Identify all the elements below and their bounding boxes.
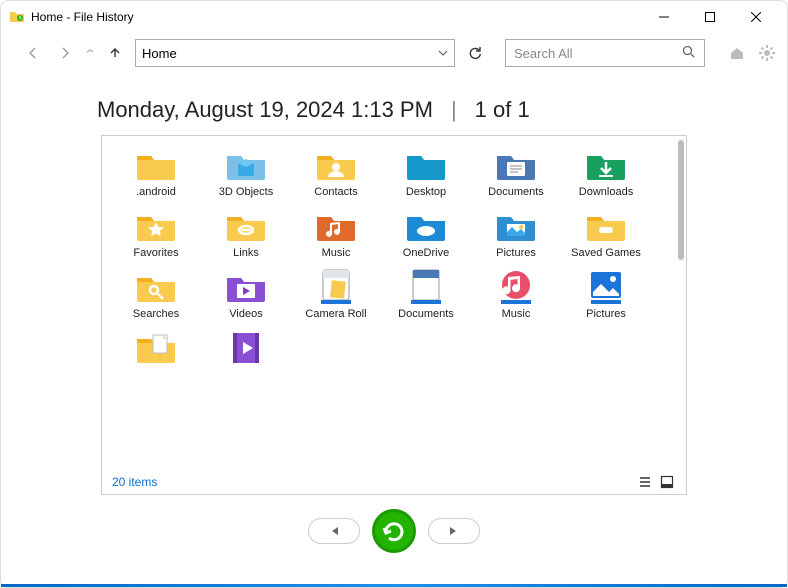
- item-label: 3D Objects: [219, 186, 273, 199]
- library-music-icon: [493, 268, 539, 306]
- item-label: Pictures: [586, 308, 626, 321]
- list-item[interactable]: Searches: [120, 268, 192, 321]
- list-item[interactable]: Videos: [210, 268, 282, 321]
- search-input[interactable]: Search All: [505, 39, 705, 67]
- home-icon[interactable]: [725, 41, 749, 65]
- list-item[interactable]: Pictures: [570, 268, 642, 321]
- divider: |: [451, 97, 457, 123]
- snapshot-position: 1 of 1: [475, 97, 530, 123]
- previous-version-button[interactable]: [308, 518, 360, 544]
- items-grid: .android 3D Objects Contacts Desktop Documen…: [102, 136, 686, 462]
- folder-videos-icon: [223, 268, 269, 306]
- folder-3d-icon: [223, 146, 269, 184]
- list-item[interactable]: [120, 329, 192, 369]
- view-icons-button[interactable]: [658, 473, 676, 491]
- close-button[interactable]: [733, 1, 779, 33]
- window-title: Home - File History: [31, 10, 641, 24]
- item-label: Favorites: [133, 247, 178, 260]
- item-label: Links: [233, 247, 259, 260]
- snapshot-date: Monday, August 19, 2024 1:13 PM: [97, 97, 433, 123]
- maximize-button[interactable]: [687, 1, 733, 33]
- item-label: .android: [136, 186, 176, 199]
- list-item[interactable]: Camera Roll: [300, 268, 372, 321]
- search-placeholder: Search All: [514, 46, 573, 61]
- list-item[interactable]: Links: [210, 207, 282, 260]
- chevron-down-icon: [438, 46, 448, 61]
- title-bar: Home - File History: [1, 1, 787, 33]
- item-label: Music: [322, 247, 351, 260]
- list-item[interactable]: Desktop: [390, 146, 462, 199]
- library-camera-icon: [313, 268, 359, 306]
- items-panel: .android 3D Objects Contacts Desktop Documen…: [101, 135, 687, 495]
- list-item[interactable]: Favorites: [120, 207, 192, 260]
- bottom-controls: [1, 509, 787, 553]
- location-box[interactable]: Home: [135, 39, 455, 67]
- folder-video-file-icon: [223, 329, 269, 367]
- library-pictures-icon: [583, 268, 629, 306]
- list-item[interactable]: Music: [480, 268, 552, 321]
- item-label: Camera Roll: [305, 308, 366, 321]
- list-item[interactable]: Documents: [480, 146, 552, 199]
- folder-desktop-icon: [403, 146, 449, 184]
- window-bottom-edge: [1, 584, 787, 587]
- item-label: Saved Games: [571, 247, 641, 260]
- list-item[interactable]: OneDrive: [390, 207, 462, 260]
- folder-downloads-icon: [583, 146, 629, 184]
- folder-contacts-icon: [313, 146, 359, 184]
- gear-icon[interactable]: [755, 41, 779, 65]
- content-header: Monday, August 19, 2024 1:13 PM | 1 of 1: [1, 73, 787, 135]
- item-label: Music: [502, 308, 531, 321]
- toolbar: Home Search All: [1, 33, 787, 73]
- item-label: Documents: [488, 186, 544, 199]
- up-button[interactable]: [103, 41, 127, 65]
- list-item[interactable]: Documents: [390, 268, 462, 321]
- back-button[interactable]: [21, 41, 45, 65]
- minimize-button[interactable]: [641, 1, 687, 33]
- folder-favorites-icon: [133, 207, 179, 245]
- item-label: Pictures: [496, 247, 536, 260]
- item-label: Videos: [229, 308, 262, 321]
- list-item[interactable]: .android: [120, 146, 192, 199]
- recent-locations-button[interactable]: [85, 41, 95, 65]
- next-version-button[interactable]: [428, 518, 480, 544]
- folder-music-icon: [313, 207, 359, 245]
- view-list-button[interactable]: [636, 473, 654, 491]
- restore-button[interactable]: [372, 509, 416, 553]
- item-label: OneDrive: [403, 247, 449, 260]
- location-text: Home: [142, 46, 177, 61]
- folder-pictures-icon: [493, 207, 539, 245]
- list-item[interactable]: Pictures: [480, 207, 552, 260]
- item-label: Desktop: [406, 186, 446, 199]
- scrollbar[interactable]: [678, 140, 684, 260]
- item-label: Documents: [398, 308, 454, 321]
- list-item[interactable]: Downloads: [570, 146, 642, 199]
- folder-links-icon: [223, 207, 269, 245]
- folder-with-file-icon: [133, 329, 179, 367]
- search-icon: [682, 45, 696, 62]
- item-count: 20 items: [112, 475, 157, 489]
- folder-documents-icon: [493, 146, 539, 184]
- list-item[interactable]: Contacts: [300, 146, 372, 199]
- list-item[interactable]: [210, 329, 282, 369]
- list-item[interactable]: Saved Games: [570, 207, 642, 260]
- forward-button[interactable]: [53, 41, 77, 65]
- item-label: Downloads: [579, 186, 633, 199]
- folder-searches-icon: [133, 268, 179, 306]
- item-label: Searches: [133, 308, 179, 321]
- app-icon: [9, 9, 25, 25]
- panel-footer: 20 items: [102, 470, 686, 494]
- folder-icon: [133, 146, 179, 184]
- library-documents-icon: [403, 268, 449, 306]
- refresh-button[interactable]: [463, 41, 487, 65]
- folder-onedrive-icon: [403, 207, 449, 245]
- list-item[interactable]: 3D Objects: [210, 146, 282, 199]
- item-label: Contacts: [314, 186, 357, 199]
- list-item[interactable]: Music: [300, 207, 372, 260]
- folder-games-icon: [583, 207, 629, 245]
